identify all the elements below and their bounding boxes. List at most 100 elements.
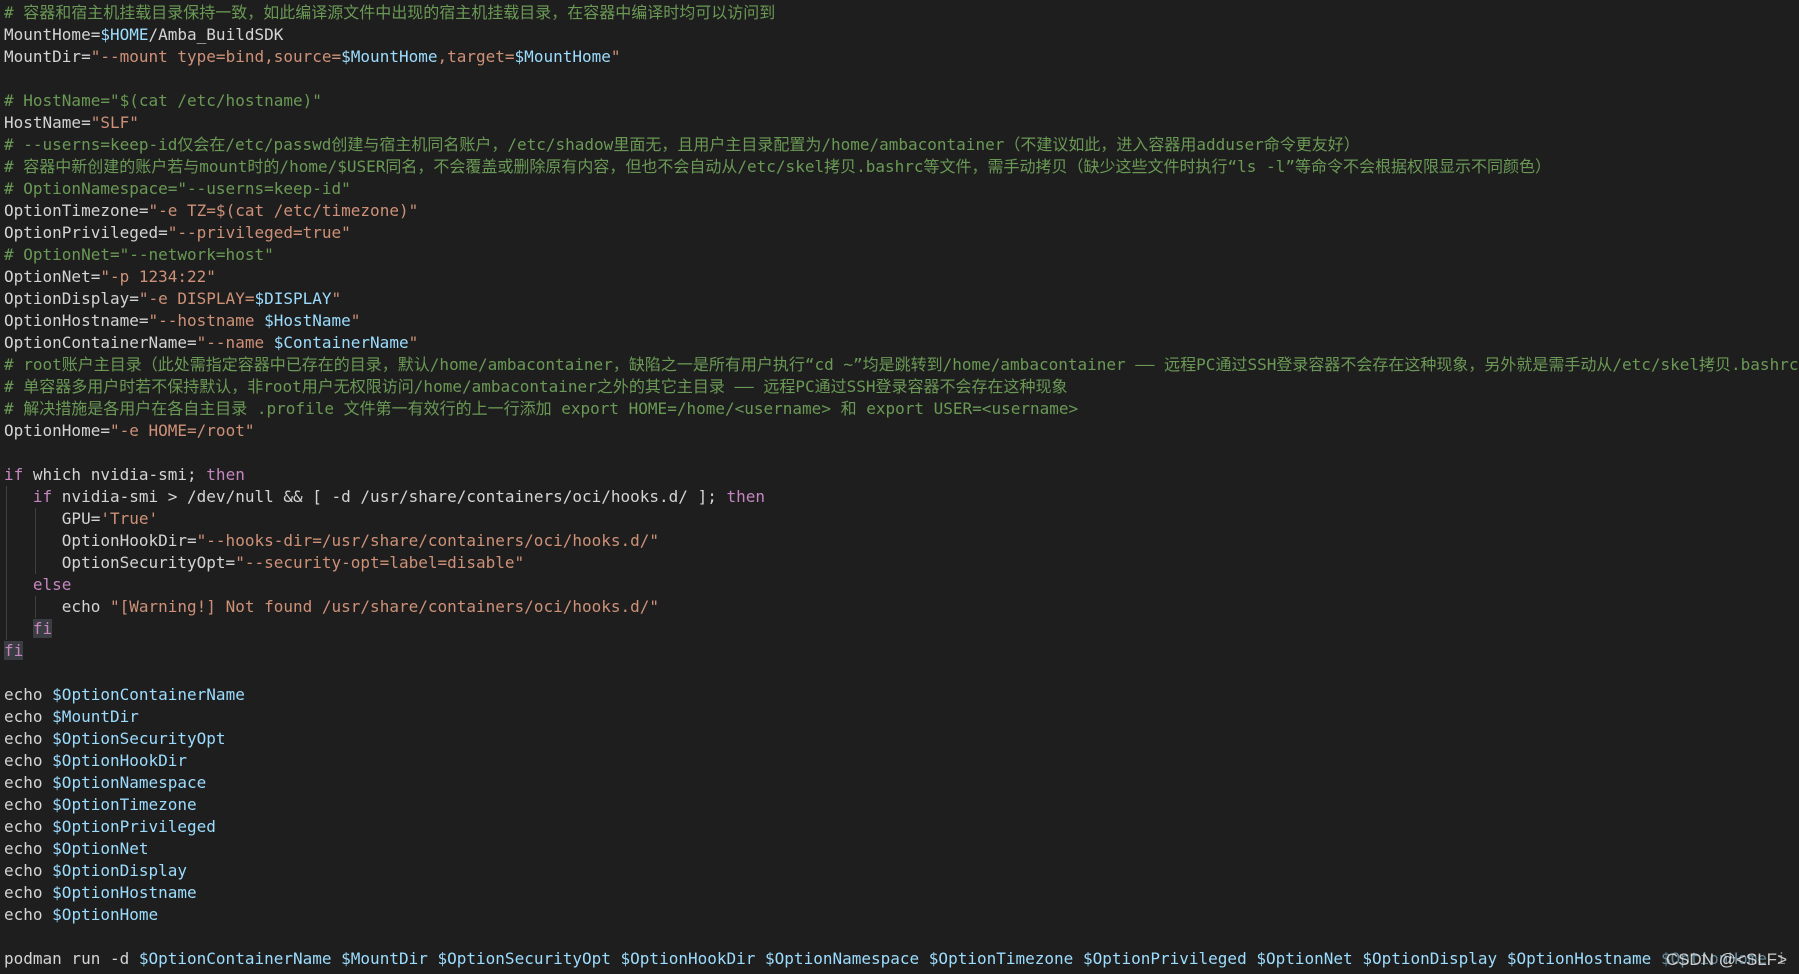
- code-line[interactable]: echo $OptionDisplay: [4, 860, 1799, 882]
- code-line[interactable]: # 单容器多用户时若不保持默认，非root用户无权限访问/home/ambaco…: [4, 376, 1799, 398]
- code-area[interactable]: # 容器和宿主机挂载目录保持一致，如此编译源文件中出现的宿主机挂载目录，在容器中…: [4, 2, 1799, 970]
- indent-guide: [34, 596, 36, 618]
- code-line[interactable]: [4, 662, 1799, 684]
- code-line[interactable]: OptionContainerName="--name $ContainerNa…: [4, 332, 1799, 354]
- code-token-plain: echo: [4, 883, 53, 902]
- code-line[interactable]: if which nvidia-smi; then: [4, 464, 1799, 486]
- code-token-plain: HostName=: [4, 113, 91, 132]
- code-line[interactable]: fi: [4, 618, 1799, 640]
- code-token-plain: OptionContainerName=: [4, 333, 197, 352]
- code-token-keyword: then: [726, 487, 765, 506]
- code-line[interactable]: echo $OptionHome: [4, 904, 1799, 926]
- code-token-string: "SLF": [90, 113, 139, 132]
- code-token-string: ": [350, 311, 361, 330]
- code-token-string: ,target=: [437, 47, 515, 66]
- code-line[interactable]: fi: [4, 640, 1799, 662]
- code-token-keyword: if: [4, 465, 24, 484]
- code-line[interactable]: OptionDisplay="-e DISPLAY=$DISPLAY": [4, 288, 1799, 310]
- code-token-var: $OptionSecurityOpt: [437, 949, 611, 968]
- code-token-var: $OptionHome: [52, 905, 159, 924]
- code-token-string: "--security-opt=label=disable": [235, 553, 525, 572]
- code-line[interactable]: echo $MountDir: [4, 706, 1799, 728]
- code-token-comment: # 容器和宿主机挂载目录保持一致，如此编译源文件中出现的宿主机挂载目录，在容器中…: [4, 3, 776, 22]
- indent-guide: [6, 618, 7, 640]
- code-line[interactable]: # --userns=keep-id仅会在/etc/passwd创建与宿主机同名…: [4, 134, 1799, 156]
- code-line[interactable]: [4, 926, 1799, 948]
- code-token-var: $OptionHostname: [52, 883, 197, 902]
- code-line[interactable]: OptionTimezone="-e TZ=$(cat /etc/timezon…: [4, 200, 1799, 222]
- code-line[interactable]: if nvidia-smi > /dev/null && [ -d /usr/s…: [4, 486, 1799, 508]
- code-token-comment: # root账户主目录（此处需指定容器中已存在的目录，默认/home/ambac…: [4, 355, 1799, 374]
- code-line[interactable]: else: [4, 574, 1799, 596]
- code-line[interactable]: # 容器和宿主机挂载目录保持一致，如此编译源文件中出现的宿主机挂载目录，在容器中…: [4, 2, 1799, 24]
- code-line[interactable]: # 容器中新创建的账户若与mount时的/home/$USER同名，不会覆盖或删…: [4, 156, 1799, 178]
- code-token-string: "-p 1234:22": [100, 267, 216, 286]
- code-line[interactable]: echo $OptionHookDir: [4, 750, 1799, 772]
- code-line[interactable]: echo $OptionTimezone: [4, 794, 1799, 816]
- code-line[interactable]: # HostName="$(cat /etc/hostname)": [4, 90, 1799, 112]
- code-token-var: $OptionHookDir: [52, 751, 188, 770]
- code-line[interactable]: OptionHookDir="--hooks-dir=/usr/share/co…: [4, 530, 1799, 552]
- code-line[interactable]: OptionPrivileged="--privileged=true": [4, 222, 1799, 244]
- code-line[interactable]: MountDir="--mount type=bind,source=$Moun…: [4, 46, 1799, 68]
- code-line[interactable]: echo $OptionPrivileged: [4, 816, 1799, 838]
- code-line[interactable]: [4, 68, 1799, 90]
- code-line[interactable]: echo $OptionSecurityOpt: [4, 728, 1799, 750]
- code-line[interactable]: # 解决措施是各用户在各自主目录 .profile 文件第一有效行的上一行添加 …: [4, 398, 1799, 420]
- indent-guide: [6, 486, 7, 508]
- code-token-comment: # 单容器多用户时若不保持默认，非root用户无权限访问/home/ambaco…: [4, 377, 1068, 396]
- code-token-string: ": [408, 333, 419, 352]
- code-line[interactable]: # root账户主目录（此处需指定容器中已存在的目录，默认/home/ambac…: [4, 354, 1799, 376]
- code-token-var: $OptionNet: [1256, 949, 1353, 968]
- code-line[interactable]: OptionSecurityOpt="--security-opt=label=…: [4, 552, 1799, 574]
- code-token-plain: echo: [4, 773, 53, 792]
- code-token-keyword: then: [206, 465, 245, 484]
- code-token-plain: echo: [4, 729, 53, 748]
- code-token-plain: /Amba_BuildSDK: [148, 25, 284, 44]
- code-line[interactable]: MountHome=$HOME/Amba_BuildSDK: [4, 24, 1799, 46]
- code-line[interactable]: HostName="SLF": [4, 112, 1799, 134]
- code-token-plain: which nvidia-smi;: [23, 465, 207, 484]
- code-token-string: "-e DISPLAY=: [138, 289, 255, 308]
- code-token-comment: # 解决措施是各用户在各自主目录 .profile 文件第一有效行的上一行添加 …: [4, 399, 1079, 418]
- code-line[interactable]: podman run -d $OptionContainerName $Moun…: [4, 948, 1799, 970]
- code-token-var: $OptionNet: [52, 839, 149, 858]
- code-line[interactable]: echo $OptionNamespace: [4, 772, 1799, 794]
- code-token-var: $OptionHookDir: [620, 949, 756, 968]
- code-token-plain: echo: [4, 751, 53, 770]
- code-line[interactable]: OptionHostname="--hostname $HostName": [4, 310, 1799, 332]
- code-token-var: $OptionSecurityOpt: [52, 729, 226, 748]
- code-line[interactable]: GPU='True': [4, 508, 1799, 530]
- code-token-plain: OptionPrivileged=: [4, 223, 168, 242]
- code-token-var: $MountHome: [341, 47, 438, 66]
- indent-guide: [6, 530, 7, 552]
- code-token-plain: OptionSecurityOpt=: [61, 553, 236, 572]
- code-token-keyword: else: [32, 575, 72, 594]
- code-token-var: $MountDir: [52, 707, 139, 726]
- code-token-comment: # OptionNet="--network=host": [4, 245, 274, 264]
- code-line[interactable]: OptionNet="-p 1234:22": [4, 266, 1799, 288]
- code-line[interactable]: echo "[Warning!] Not found /usr/share/co…: [4, 596, 1799, 618]
- code-line[interactable]: echo $OptionNet: [4, 838, 1799, 860]
- code-line[interactable]: echo $OptionContainerName: [4, 684, 1799, 706]
- code-line[interactable]: # OptionNet="--network=host": [4, 244, 1799, 266]
- code-line[interactable]: echo $OptionHostname: [4, 882, 1799, 904]
- code-editor[interactable]: # 容器和宿主机挂载目录保持一致，如此编译源文件中出现的宿主机挂载目录，在容器中…: [0, 0, 1799, 974]
- code-token-var: $OptionTimezone: [928, 949, 1074, 968]
- code-token-string: "--hooks-dir=/usr/share/containers/oci/h…: [196, 531, 660, 550]
- code-line[interactable]: OptionHome="-e HOME=/root": [4, 420, 1799, 442]
- code-token-var: $OptionPrivileged: [1082, 949, 1247, 968]
- indent-guide: [6, 596, 7, 618]
- code-line[interactable]: # OptionNamespace="--userns=keep-id": [4, 178, 1799, 200]
- code-line[interactable]: [4, 442, 1799, 464]
